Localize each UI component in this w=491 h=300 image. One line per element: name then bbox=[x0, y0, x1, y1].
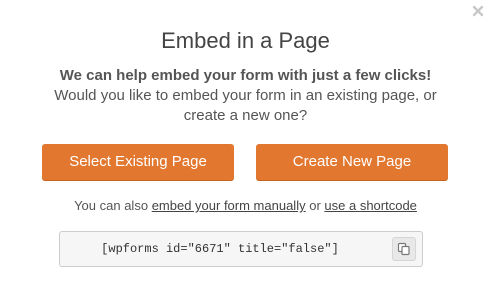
create-new-page-button[interactable]: Create New Page bbox=[256, 144, 448, 180]
close-button[interactable] bbox=[471, 4, 485, 18]
description-line-1: We can help embed your form with just a … bbox=[59, 67, 432, 84]
select-existing-page-button[interactable]: Select Existing Page bbox=[42, 144, 234, 180]
shortcode-field[interactable] bbox=[60, 232, 380, 266]
description-line-3: create a new one? bbox=[183, 107, 308, 124]
use-shortcode-link[interactable]: use a shortcode bbox=[324, 198, 417, 213]
shortcode-container bbox=[59, 231, 423, 267]
alt-connector: or bbox=[309, 198, 321, 213]
alternative-options: You can also embed your form manually or… bbox=[0, 198, 491, 213]
embed-manually-link[interactable]: embed your form manually bbox=[152, 198, 306, 213]
close-icon bbox=[472, 5, 484, 17]
embed-modal: Embed in a Page We can help embed your f… bbox=[0, 0, 491, 300]
alt-prefix: You can also bbox=[74, 198, 149, 213]
copy-icon bbox=[397, 242, 410, 256]
copy-shortcode-button[interactable] bbox=[392, 237, 416, 261]
modal-title: Embed in a Page bbox=[161, 28, 330, 53]
description-line-2: Would you like to embed your form in an … bbox=[54, 87, 437, 104]
modal-description: We can help embed your form with just a … bbox=[0, 66, 491, 126]
